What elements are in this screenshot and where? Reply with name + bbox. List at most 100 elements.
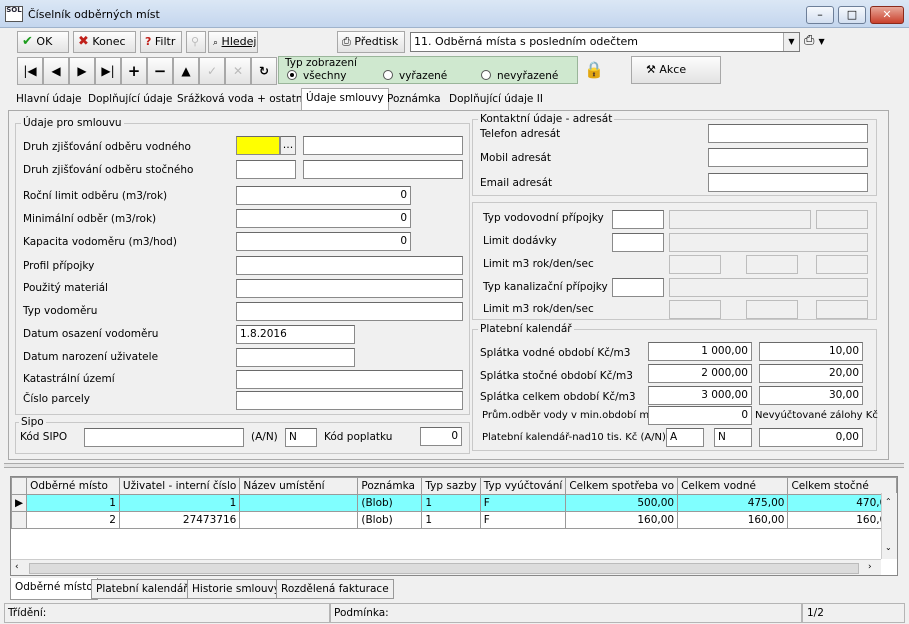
kapacita-input[interactable]: 0: [236, 232, 411, 251]
ellipsis-button[interactable]: …: [280, 136, 296, 155]
col-poznamka[interactable]: Poznámka: [357, 477, 423, 495]
table-row[interactable]: 2 27473716 (Blob) 1 F 160,00 160,00 160,…: [11, 511, 897, 529]
tab-platebni-kalendar[interactable]: Platební kalendář: [91, 579, 193, 599]
tab-srazkova-voda[interactable]: Srážková voda + ostatní: [173, 90, 309, 110]
konec-button[interactable]: ✖ Konec: [73, 31, 136, 53]
cell[interactable]: 1: [26, 494, 120, 512]
nad10-n-input[interactable]: N: [714, 428, 752, 447]
cell[interactable]: F: [479, 511, 567, 529]
telefon-input[interactable]: [708, 124, 868, 143]
kod-poplatku-input[interactable]: 0: [420, 427, 462, 446]
radio-vyrazene[interactable]: vyřazené: [383, 70, 447, 82]
nad10-a-input[interactable]: A: [666, 428, 704, 447]
tab-rozdelena-fakturace[interactable]: Rozdělená fakturace: [276, 579, 394, 599]
col-celkem-spotreba[interactable]: Celkem spotřeba vo: [565, 477, 679, 495]
lock-icon[interactable]: 🔒: [584, 60, 604, 79]
datum-narozeni-input[interactable]: [236, 348, 355, 367]
splatka-vodne-m3[interactable]: 10,00: [759, 342, 863, 361]
kod-sipo-input[interactable]: [84, 428, 244, 447]
tab-historie-smlouvy[interactable]: Historie smlouvy: [187, 579, 285, 599]
col-typ-vyuctovani[interactable]: Typ vyúčtování: [479, 477, 567, 495]
cell[interactable]: 160,00: [565, 511, 679, 529]
prior-record-button[interactable]: ◀: [43, 57, 69, 85]
clear-filter-button[interactable]: ⚲: [186, 31, 206, 53]
cell[interactable]: (Blob): [357, 494, 423, 512]
druh-vodne-name[interactable]: [303, 136, 463, 155]
chevron-down-icon[interactable]: ▼: [783, 33, 799, 51]
min-odber-input[interactable]: 0: [236, 209, 411, 228]
splatka-stocne-m3[interactable]: 20,00: [759, 364, 863, 383]
filtr-button[interactable]: ? Filtr: [140, 31, 182, 53]
close-window-button[interactable]: ✕: [870, 6, 904, 24]
cell[interactable]: 1: [421, 494, 481, 512]
cell[interactable]: F: [479, 494, 567, 512]
cancel-record-button[interactable]: ✕: [225, 57, 251, 85]
tab-doplnujici-udaje-ii[interactable]: Doplňující údaje II: [445, 90, 547, 110]
prum-odber-input[interactable]: 0: [648, 406, 752, 425]
email-input[interactable]: [708, 173, 868, 192]
col-nazev-umisteni[interactable]: Název umístění: [239, 477, 359, 495]
table-row[interactable]: ▶ 1 1 (Blob) 1 F 500,00 475,00 470,00: [11, 494, 897, 512]
tab-doplnujici-udaje[interactable]: Doplňující údaje: [84, 90, 176, 110]
col-celkem-vodne[interactable]: Celkem vodné: [677, 477, 789, 495]
datum-osazeni-input[interactable]: 1.8.2016: [236, 325, 355, 344]
katastr-input[interactable]: [236, 370, 463, 389]
next-record-button[interactable]: ▶: [69, 57, 95, 85]
typ-kanalizacni-input[interactable]: [612, 278, 664, 297]
tab-poznamka[interactable]: Poznámka: [383, 90, 445, 110]
radio-nevyrazene[interactable]: nevyřazené: [481, 70, 558, 82]
splatka-celkem-kc[interactable]: 3 000,00: [648, 386, 752, 405]
print-menu-button[interactable]: ⎙ ▼: [804, 33, 840, 51]
cell[interactable]: 475,00: [677, 494, 789, 512]
cell[interactable]: 500,00: [565, 494, 679, 512]
scroll-thumb[interactable]: [29, 563, 859, 574]
parcela-input[interactable]: [236, 391, 463, 410]
druh-stocne-input[interactable]: [236, 160, 296, 179]
splatka-vodne-kc[interactable]: 1 000,00: [648, 342, 752, 361]
mobil-input[interactable]: [708, 148, 868, 167]
minimize-button[interactable]: –: [806, 6, 834, 24]
tab-hlavni-udaje[interactable]: Hlavní údaje: [12, 90, 86, 110]
edit-record-button[interactable]: ▲: [173, 57, 199, 85]
typ-vodomeru-input[interactable]: [236, 302, 463, 321]
splitter[interactable]: [4, 463, 904, 468]
limit-dodavky-input[interactable]: [612, 233, 664, 252]
nevyuctovane-input[interactable]: 0,00: [759, 428, 863, 447]
cell[interactable]: 1: [118, 494, 241, 512]
col-typ-sazby[interactable]: Typ sazby: [421, 477, 481, 495]
last-record-button[interactable]: ▶|: [95, 57, 121, 85]
druh-stocne-name[interactable]: [303, 160, 463, 179]
scroll-right-icon[interactable]: ›: [868, 562, 872, 572]
tab-udaje-smlouvy[interactable]: Údaje smlouvy: [301, 88, 389, 111]
cell[interactable]: [239, 511, 359, 529]
refresh-button[interactable]: ↻: [251, 57, 277, 85]
horizontal-scrollbar[interactable]: ‹ ›: [11, 559, 881, 575]
maximize-button[interactable]: □: [838, 6, 866, 24]
first-record-button[interactable]: |◀: [17, 57, 43, 85]
sipo-an-input[interactable]: N: [285, 428, 317, 447]
insert-record-button[interactable]: +: [121, 57, 147, 85]
cell[interactable]: [239, 494, 359, 512]
tab-odberne-misto[interactable]: Odběrné místo: [10, 578, 98, 600]
cell[interactable]: 27473716: [118, 511, 241, 529]
cell[interactable]: 1: [421, 511, 481, 529]
splatka-stocne-kc[interactable]: 2 000,00: [648, 364, 752, 383]
col-odberne-misto[interactable]: Odběrné místo: [26, 477, 120, 495]
material-input[interactable]: [236, 279, 463, 298]
col-celkem-stocne[interactable]: Celkem stočné: [787, 477, 897, 495]
rocni-limit-input[interactable]: 0: [236, 186, 411, 205]
splatka-celkem-m3[interactable]: 30,00: [759, 386, 863, 405]
cell[interactable]: (Blob): [357, 511, 423, 529]
cell[interactable]: 2: [26, 511, 120, 529]
scroll-up-icon[interactable]: ⌃: [885, 497, 892, 506]
report-select[interactable]: 11. Odběrná místa s posledním odečtem ▼: [410, 32, 800, 52]
scroll-left-icon[interactable]: ‹: [15, 562, 19, 572]
predtisk-button[interactable]: ⎙ Předtisk: [337, 31, 405, 53]
hledej-button[interactable]: ⌕ Hledej: [208, 31, 258, 53]
delete-record-button[interactable]: −: [147, 57, 173, 85]
typ-vodovodni-input[interactable]: [612, 210, 664, 229]
cell[interactable]: 160,00: [677, 511, 789, 529]
druh-vodne-input[interactable]: [236, 136, 280, 155]
col-uzivatel[interactable]: Uživatel - interní číslo: [118, 477, 241, 495]
scroll-down-icon[interactable]: ⌄: [885, 543, 892, 552]
